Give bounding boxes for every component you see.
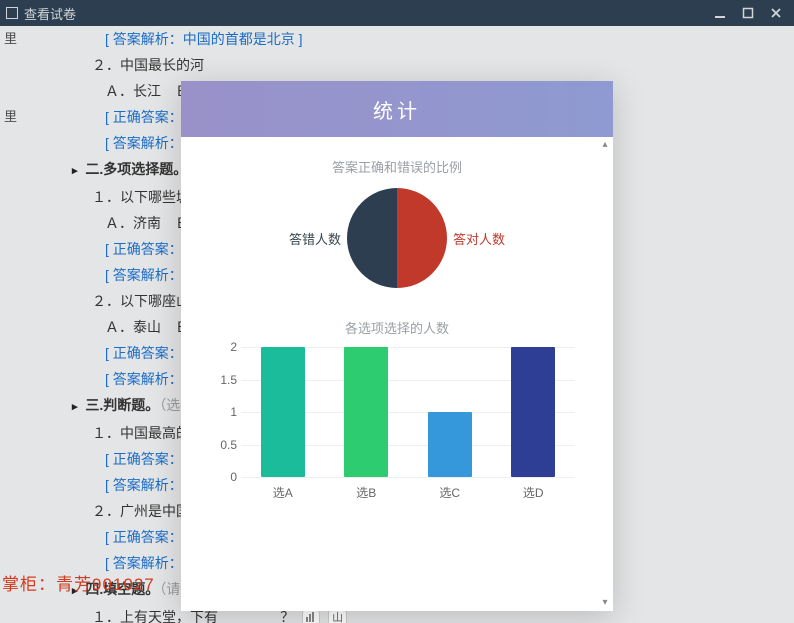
bar-y-axis: 00.511.52 [211,347,241,477]
pie-label-wrong: 答错人数 [255,229,341,248]
y-tick: 0 [230,470,237,484]
window-titlebar: 查看试卷 [0,0,794,26]
bar [261,347,305,477]
question-fragment: １．上有天堂，下有________？ [92,609,294,623]
modal-body: ▴ ▾ 答案正确和错误的比例 答错人数 答对人数 各选项选择的人数 0 0.5 1 1… [181,137,613,611]
close-button[interactable] [770,7,784,19]
bar-chart: 00.511.52 选A选B选C选D [211,347,583,507]
pie-chart-title: 答案正确和错误的比例 [211,157,583,176]
stats-button[interactable] [302,610,320,623]
modal-title: 统计 [181,81,613,137]
pie-chart: 答错人数 答对人数 [211,188,583,288]
bar-category-label: 选A [261,484,305,501]
bar-category-label: 选C [428,484,472,501]
bar-category-label: 选D [511,484,555,501]
minimize-button[interactable] [714,7,728,19]
pie-label-right: 答对人数 [453,229,539,248]
bar-x-labels: 选A 选B 选C 选D [241,484,575,501]
maximize-button[interactable] [742,7,756,19]
bar-series [241,347,575,477]
answer-analysis: [ 答案解析：中国的首都是北京 ] [105,26,754,52]
window-title: 查看试卷 [24,4,714,23]
y-tick: 1.5 [220,373,237,387]
bar [428,412,472,477]
y-tick: 2 [230,340,237,354]
scroll-up-icon[interactable]: ▴ [599,139,611,151]
statistics-modal: 统计 ▴ ▾ 答案正确和错误的比例 答错人数 答对人数 各选项选择的人数 0 0.… [181,81,613,611]
bar-chart-title: 各选项选择的人数 [211,318,583,337]
app-icon [6,7,18,19]
bar-chart-icon [306,612,316,622]
bar [511,347,555,477]
section-title: 三.判断题。 [85,397,159,413]
bar [344,347,388,477]
y-tick: 0.5 [220,438,237,452]
pie-graphic [347,188,447,288]
section-title: 二.多项选择题。 [85,161,187,177]
scroll-down-icon[interactable]: ▾ [599,597,611,609]
stats-button[interactable]: 山 [328,610,347,623]
y-tick: 1 [230,405,237,419]
button-label: 山 [332,612,343,623]
watermark: 掌柜：青芳901027 [2,570,155,595]
bar-category-label: 选B [344,484,388,501]
question-text: ２．中国最长的河 [92,52,754,78]
